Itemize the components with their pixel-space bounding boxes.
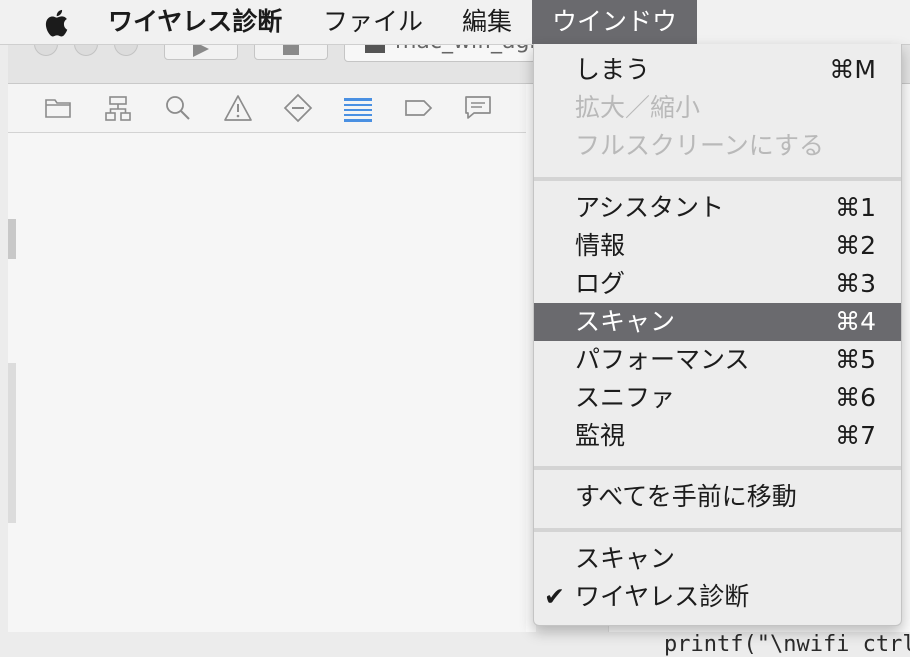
menu-item-label: ワイヤレス診断	[575, 582, 750, 611]
file-menu[interactable]: ファイル	[323, 0, 423, 44]
wireless-diagnostics-window-menu-item[interactable]: ✔ ワイヤレス診断	[534, 578, 901, 616]
minimize-window-button[interactable]	[74, 44, 98, 56]
menu-item-label: 拡大／縮小	[575, 93, 701, 122]
run-button[interactable]	[164, 44, 238, 60]
menu-item-shortcut: ⌘3	[835, 269, 876, 298]
window-menu-dropdown: しまう ⌘M 拡大／縮小 フルスクリーンにする アシスタント ⌘1 情報 ⌘2 …	[533, 44, 902, 626]
breakpoint-icon[interactable]	[282, 92, 314, 124]
window-menu[interactable]: ウインドウ	[532, 0, 697, 44]
play-icon	[193, 44, 209, 57]
scheme-label: mac_wifi_agr	[395, 44, 535, 54]
menu-item-shortcut: ⌘1	[835, 193, 876, 222]
menu-item-label: しまう	[575, 55, 651, 84]
stop-button[interactable]	[254, 44, 328, 60]
sniffer-menu-item[interactable]: スニファ ⌘6	[534, 379, 901, 417]
menu-item-label: フルスクリーンにする	[575, 131, 825, 160]
menu-item-shortcut: ⌘7	[835, 421, 876, 450]
menu-item-label: スニファ	[575, 383, 676, 412]
menu-item-shortcut: ⌘4	[835, 307, 876, 336]
warning-icon[interactable]	[222, 92, 254, 124]
scheme-selector[interactable]: mac_wifi_agr	[344, 44, 536, 62]
zoom-window-button[interactable]	[114, 44, 138, 56]
menu-item-label: スキャン	[575, 544, 676, 573]
app-name-menu[interactable]: ワイヤレス診断	[108, 0, 282, 44]
close-window-button[interactable]	[34, 44, 58, 56]
list-icon[interactable]	[342, 92, 374, 124]
menu-item-label: ログ	[575, 269, 626, 298]
menu-item-shortcut: ⌘M	[829, 55, 876, 84]
search-icon[interactable]	[162, 92, 194, 124]
hierarchy-icon[interactable]	[102, 92, 134, 124]
fullscreen-menu-item[interactable]: フルスクリーンにする	[534, 127, 901, 165]
edit-menu[interactable]: 編集	[462, 0, 512, 44]
scan-window-menu-item[interactable]: スキャン	[534, 540, 901, 578]
menu-bar: ワイヤレス診断 ファイル 編集 ウインドウ	[0, 0, 910, 45]
assistant-menu-item[interactable]: アシスタント ⌘1	[534, 189, 901, 227]
menu-item-label: スキャン	[575, 307, 676, 336]
scheme-icon	[365, 44, 385, 53]
performance-menu-item[interactable]: パフォーマンス ⌘5	[534, 341, 901, 379]
menu-item-label: 情報	[575, 231, 626, 260]
tag-icon[interactable]	[402, 92, 434, 124]
menu-item-shortcut: ⌘6	[835, 383, 876, 412]
menu-item-label: 監視	[575, 421, 626, 450]
bring-all-to-front-menu-item[interactable]: すべてを手前に移動	[534, 478, 901, 516]
navigator-selector-bar	[8, 84, 530, 133]
menu-item-label: アシスタント	[575, 193, 725, 222]
apple-logo-icon[interactable]	[40, 7, 70, 39]
minimize-menu-item[interactable]: しまう ⌘M	[534, 51, 901, 89]
checkmark-icon: ✔	[544, 582, 565, 611]
navigator-pane[interactable]	[8, 133, 527, 632]
info-menu-item[interactable]: 情報 ⌘2	[534, 227, 901, 265]
window-edge-mark	[8, 219, 16, 259]
menu-item-label: すべてを手前に移動	[575, 482, 797, 511]
menu-separator	[534, 528, 901, 532]
folder-icon[interactable]	[42, 92, 74, 124]
monitor-menu-item[interactable]: 監視 ⌘7	[534, 417, 901, 455]
window-edge-mark	[8, 363, 16, 523]
menu-item-label: パフォーマンス	[575, 345, 750, 374]
code-line: printf("\nwifi ctrl	[664, 632, 910, 657]
menu-item-shortcut: ⌘2	[835, 231, 876, 260]
zoom-menu-item[interactable]: 拡大／縮小	[534, 89, 901, 127]
comment-icon[interactable]	[462, 92, 494, 124]
menu-separator	[534, 466, 901, 470]
menu-separator	[534, 177, 901, 181]
menu-item-shortcut: ⌘5	[835, 345, 876, 374]
stop-icon	[283, 44, 299, 55]
log-menu-item[interactable]: ログ ⌘3	[534, 265, 901, 303]
scan-menu-item[interactable]: スキャン ⌘4	[534, 303, 901, 341]
